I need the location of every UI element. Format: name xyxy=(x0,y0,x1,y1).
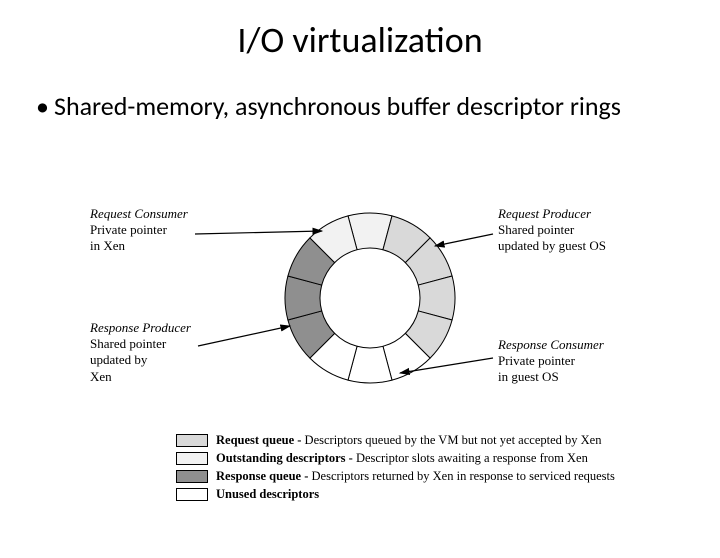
legend-text: Request queue - Descriptors queued by th… xyxy=(216,433,601,448)
legend-row: Response queue - Descriptors returned by… xyxy=(176,469,615,484)
legend-text: Outstanding descriptors - Descriptor slo… xyxy=(216,451,588,466)
legend-swatch xyxy=(176,434,208,447)
legend-swatch xyxy=(176,452,208,465)
legend-row: Outstanding descriptors - Descriptor slo… xyxy=(176,451,615,466)
legend-text: Unused descriptors xyxy=(216,487,319,502)
legend-row: Unused descriptors xyxy=(176,487,615,502)
bullet-item: •Shared-memory, asynchronous buffer desc… xyxy=(36,90,656,123)
page-title: I/O virtualization xyxy=(0,18,720,62)
bullet-text: Shared-memory, asynchronous buffer descr… xyxy=(54,90,621,122)
legend-swatch xyxy=(176,488,208,501)
legend: Request queue - Descriptors queued by th… xyxy=(176,433,615,505)
pointer-arrows xyxy=(90,198,630,428)
legend-row: Request queue - Descriptors queued by th… xyxy=(176,433,615,448)
bullet-dot: • xyxy=(36,90,54,123)
legend-swatch xyxy=(176,470,208,483)
ring-diagram: Request Consumer Private pointer in Xen … xyxy=(90,198,630,538)
legend-text: Response queue - Descriptors returned by… xyxy=(216,469,615,484)
